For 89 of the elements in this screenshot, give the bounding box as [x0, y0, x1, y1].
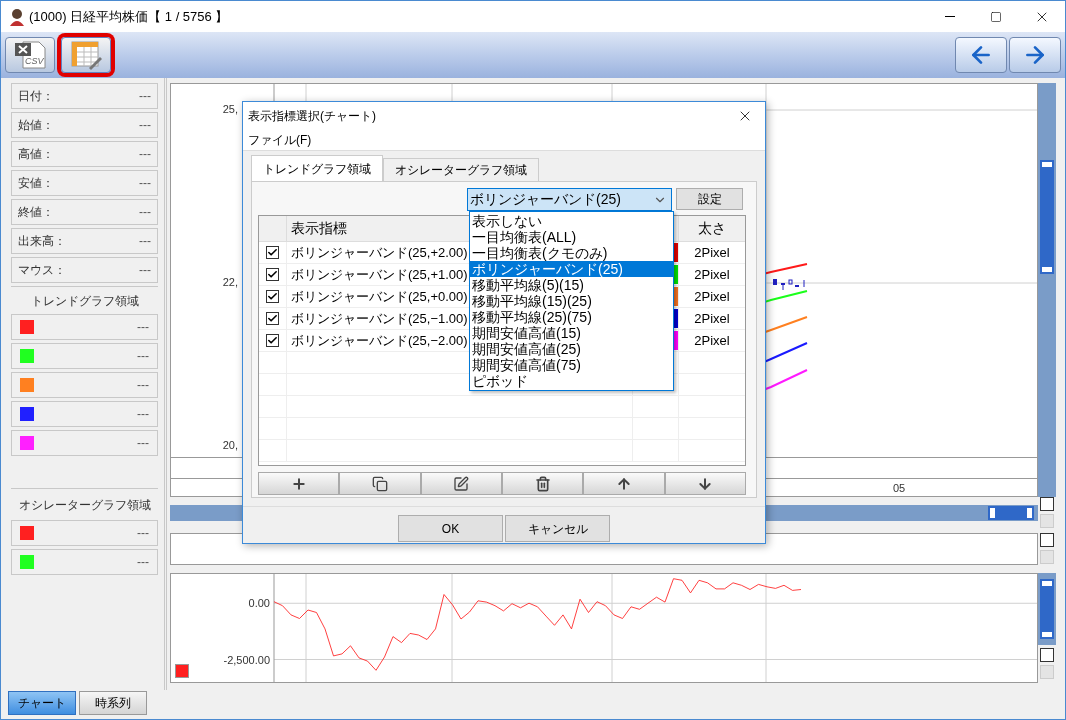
field-label: 始値： [18, 117, 54, 134]
checkbox[interactable] [266, 246, 279, 259]
checkbox[interactable] [266, 312, 279, 325]
field-value: --- [139, 204, 151, 221]
bottom-tab[interactable]: 時系列 [79, 691, 147, 715]
table-cell-text: ボリンジャーバンド(25,+1.00) [291, 265, 468, 284]
square-icon [1040, 648, 1054, 662]
checkbox[interactable] [266, 334, 279, 347]
axis-tick-label: -2,500.00 [223, 653, 270, 666]
dropdown-option[interactable]: ボリンジャーバンド(25) [470, 261, 673, 277]
maximize-icon [990, 10, 1002, 23]
checkbox[interactable] [266, 268, 279, 281]
bottom-tab[interactable]: チャート [8, 691, 76, 715]
checkbox[interactable] [266, 290, 279, 303]
field-value: --- [139, 117, 151, 134]
field-label: マウス： [18, 262, 66, 279]
copy-icon [372, 475, 388, 492]
table-cell-text: ボリンジャーバンド(25,+0.00) [291, 287, 468, 306]
dropdown-option[interactable]: 一目均衡表(クモのみ) [470, 245, 673, 261]
set-button[interactable]: 設定 [676, 188, 743, 210]
section-title: トレンドグラフ領域 [30, 292, 139, 310]
dropdown-option[interactable]: 期間安値高値(25) [470, 341, 673, 357]
field-value: --- [139, 146, 151, 163]
field-label: 終値： [18, 204, 54, 221]
app-icon [9, 7, 25, 26]
dropdown-option[interactable]: 期間安値高値(75) [470, 357, 673, 373]
toolbar-button[interactable]: CSV [5, 37, 55, 73]
dialog-button[interactable]: キャンセル [505, 515, 610, 542]
square-icon [1040, 514, 1054, 528]
table-cell-text: 2Pixel [694, 265, 730, 284]
indicator-select[interactable]: ボリンジャーバンド(25) [467, 188, 672, 211]
legend-value: --- [137, 554, 149, 571]
square-icon [1040, 497, 1054, 511]
legend-value: --- [137, 525, 149, 542]
dropdown-option[interactable]: 移動平均線(5)(15) [470, 277, 673, 293]
delete-icon [534, 475, 551, 492]
window-title: (1000) 日経平均株価【 1 / 5756 】 [29, 7, 229, 26]
column-header: 太さ [697, 219, 727, 238]
table-edit-icon [69, 40, 103, 70]
plus-icon [290, 475, 307, 492]
forward-button[interactable] [1009, 37, 1061, 73]
legend-value: --- [137, 406, 149, 423]
square-icon [1040, 550, 1054, 564]
table-cell-text: 2Pixel [694, 331, 730, 350]
table-cell-text: 2Pixel [694, 309, 730, 328]
field-label: 出来高： [18, 233, 66, 250]
axis-tick-label: 25, [222, 104, 238, 115]
dropdown-option[interactable]: 移動平均線(25)(75) [470, 309, 673, 325]
square-icon [1040, 533, 1054, 547]
square-icon [1040, 665, 1054, 679]
axis-tick-label: 05 [893, 481, 906, 497]
tab[interactable]: オシレーターグラフ領域 [383, 158, 539, 181]
dropdown-option[interactable]: ピボッド [470, 373, 673, 389]
dropdown-option[interactable]: 移動平均線(15)(25) [470, 293, 673, 309]
tab[interactable]: トレンドグラフ領域 [251, 155, 383, 181]
field-value: --- [139, 262, 151, 279]
table-cell-text: 2Pixel [694, 243, 730, 262]
scrollbar[interactable] [1038, 573, 1056, 645]
section-title: オシレーターグラフ領域 [18, 496, 151, 514]
menu-item[interactable]: ファイル(F) [248, 131, 312, 149]
minimize-icon [945, 16, 955, 17]
tool-button[interactable] [664, 472, 746, 495]
legend-swatch [175, 664, 189, 678]
field-label: 高値： [18, 146, 54, 163]
field-value: --- [139, 88, 151, 105]
field-label: 安値： [18, 175, 54, 192]
table-cell-text: ボリンジャーバンド(25,+2.00) [291, 243, 468, 262]
scrollbar[interactable] [1038, 83, 1056, 497]
dropdown-option[interactable]: 期間安値高値(15) [470, 325, 673, 341]
table-cell-text: ボリンジャーバンド(25,−1.00) [291, 309, 468, 328]
back-button[interactable] [955, 37, 1007, 73]
tool-button[interactable] [339, 472, 421, 495]
legend-value: --- [137, 435, 149, 452]
axis-tick-label: 0.00 [248, 597, 270, 610]
field-label: 日付： [18, 88, 54, 105]
legend-value: --- [137, 348, 149, 365]
legend-value: --- [137, 319, 149, 336]
edit-icon [453, 475, 470, 492]
tool-button[interactable] [502, 472, 584, 495]
field-value: --- [139, 233, 151, 250]
table-cell-text: 2Pixel [694, 287, 730, 306]
dialog-button[interactable]: OK [398, 515, 503, 542]
axis-tick-label: 20, [222, 440, 238, 451]
table-cell-text: ボリンジャーバンド(25,−2.00) [291, 331, 468, 350]
axis-tick-label: 22, [222, 277, 238, 288]
legend-value: --- [137, 377, 149, 394]
tool-button[interactable] [420, 472, 502, 495]
field-value: --- [139, 175, 151, 192]
dialog-title: 表示指標選択(チャート) [248, 108, 376, 125]
